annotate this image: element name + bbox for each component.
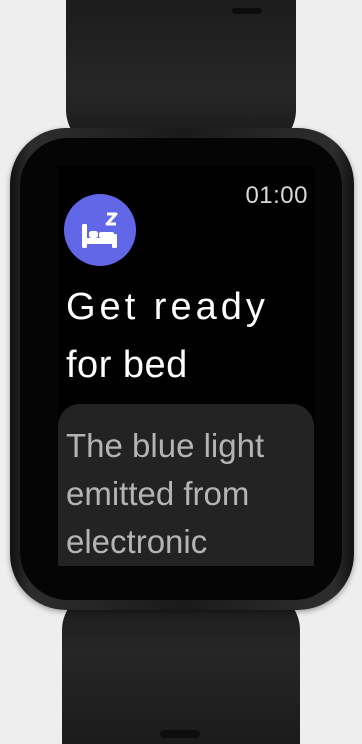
clock-time: 01:00: [245, 182, 308, 209]
info-card[interactable]: The blue light emitted from electronic: [58, 404, 314, 566]
title-line-1: Get ready: [66, 286, 269, 328]
strap-notch: [232, 8, 262, 14]
watch-screen: 01:00 Get ready for bed The blue light e…: [58, 166, 314, 566]
sleep-bed-icon: [64, 194, 136, 266]
strap-notch-bottom: [160, 730, 200, 738]
watch-strap-bottom: [62, 590, 300, 744]
info-card-text: The blue light emitted from electronic: [66, 427, 265, 560]
title-line-2: for bed: [66, 344, 188, 386]
page-title: Get ready for bed: [66, 278, 314, 394]
